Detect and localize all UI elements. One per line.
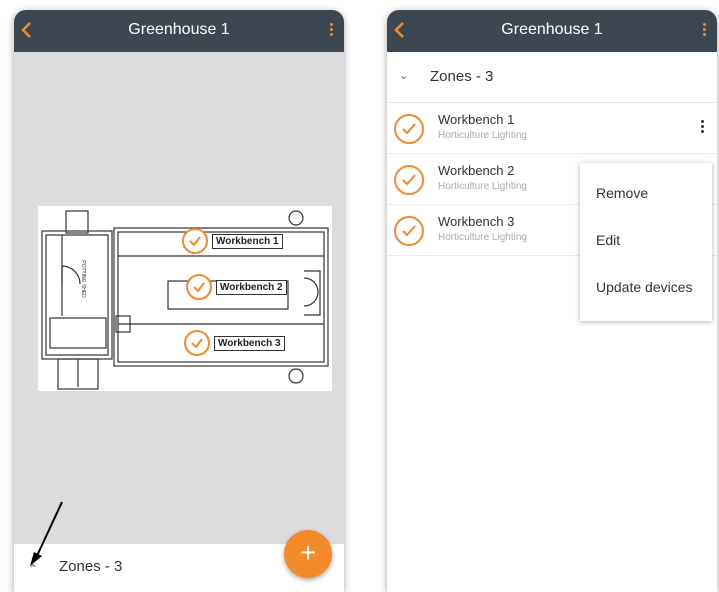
zone-name: Workbench 1 xyxy=(438,112,515,127)
list-item[interactable]: Workbench 1 Horticulture Lighting xyxy=(387,103,717,154)
check-circle-icon xyxy=(186,274,212,300)
zone-subtitle: Horticulture Lighting xyxy=(438,181,527,192)
right-phone-screen: Greenhouse 1 ⌄ Zones - 3 Workbench 1 Hor… xyxy=(387,10,717,592)
more-vert-icon[interactable] xyxy=(330,23,334,38)
zone-marker-label: Workbench 3 xyxy=(214,336,285,351)
add-zone-button[interactable]: + xyxy=(284,530,332,578)
check-circle-icon[interactable] xyxy=(394,165,424,195)
plus-icon: + xyxy=(299,537,317,568)
app-bar: Greenhouse 1 xyxy=(387,10,717,52)
menu-item-update-devices[interactable]: Update devices xyxy=(596,279,693,295)
zone-subtitle: Horticulture Lighting xyxy=(438,130,527,141)
zone-name: Workbench 2 xyxy=(438,163,515,178)
room-label: POTTING SHED xyxy=(79,260,86,298)
zone-subtitle: Horticulture Lighting xyxy=(438,232,527,243)
check-circle-icon xyxy=(182,228,208,254)
check-circle-icon xyxy=(184,330,210,356)
kebab-menu-icon[interactable] xyxy=(701,120,705,135)
zones-count: Zones - 3 xyxy=(430,68,494,85)
menu-item-edit[interactable]: Edit xyxy=(596,232,620,248)
zone-marker-label: Workbench 1 xyxy=(212,234,283,249)
check-circle-icon[interactable] xyxy=(394,216,424,246)
app-bar: Greenhouse 1 xyxy=(14,10,344,52)
page-title: Greenhouse 1 xyxy=(128,21,230,38)
zone-marker-label: Workbench 2 xyxy=(216,280,287,295)
floorplan-canvas[interactable]: POTTING SHED Workbench 1 Workbench 2 Wor… xyxy=(14,52,344,544)
context-menu: Remove Edit Update devices xyxy=(580,163,712,321)
check-circle-icon[interactable] xyxy=(394,114,424,144)
more-vert-icon[interactable] xyxy=(703,23,707,38)
chevron-down-icon[interactable]: ⌄ xyxy=(399,69,408,82)
zone-name: Workbench 3 xyxy=(438,214,515,229)
zones-header[interactable]: ⌄ Zones - 3 xyxy=(387,52,717,103)
annotation-arrow xyxy=(30,501,63,566)
zones-count: Zones - 3 xyxy=(59,558,123,575)
page-title: Greenhouse 1 xyxy=(501,21,603,38)
menu-item-remove[interactable]: Remove xyxy=(596,185,648,201)
